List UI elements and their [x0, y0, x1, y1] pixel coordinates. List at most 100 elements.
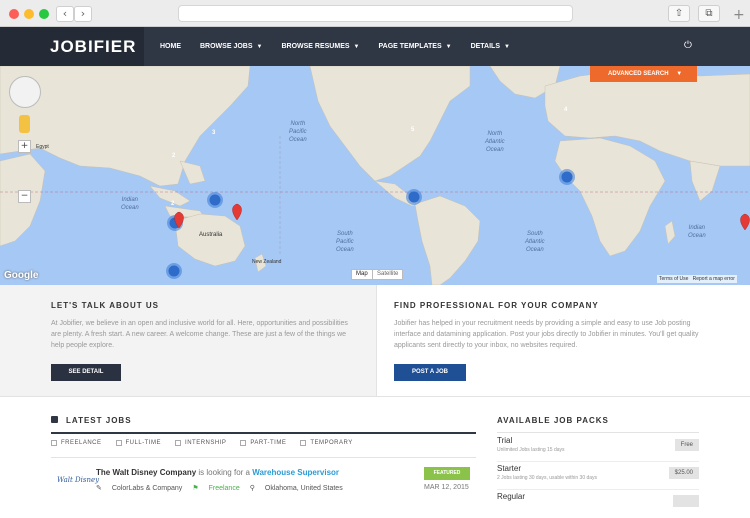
jobs-map[interactable]: 3 2 2 5 4 North Pacific Ocean South Paci… [0, 66, 750, 285]
filter-part-time[interactable]: PART-TIME [240, 440, 286, 446]
filter-freelance[interactable]: FREELANCE [51, 440, 102, 446]
job-listing-row[interactable]: Walt Disney The Walt Disney Company is l… [51, 460, 476, 500]
menu-item-label: PAGE TEMPLATES [378, 43, 442, 50]
advanced-search-button[interactable]: ADVANCED SEARCH ▼ [590, 66, 697, 82]
job-pack-regular[interactable]: Regular [497, 492, 699, 518]
checkbox[interactable] [115, 440, 122, 446]
menu-item-browse-jobs[interactable]: BROWSE JOBS ▼ [200, 27, 262, 66]
job-packs-divider [497, 432, 699, 433]
share-button[interactable]: ⇧ [668, 5, 690, 22]
pack-name: Starter [497, 464, 522, 473]
job-position-link[interactable]: Warehouse Supervisor [252, 468, 339, 477]
street-view-pegman-icon[interactable] [19, 115, 30, 133]
about-section: LET'S TALK ABOUT US At Jobifier, we beli… [0, 285, 376, 397]
power-icon[interactable]: ⏻ [684, 40, 695, 51]
world-map-graphic [0, 66, 750, 285]
job-headline: The Walt Disney Company is looking for a… [96, 468, 339, 477]
map-label-new-zealand: New Zealand [252, 259, 282, 265]
map-label-indian-ocean: Indian Ocean [688, 225, 706, 239]
menu-item-label: BROWSE JOBS [200, 43, 253, 50]
chevron-down-icon: ▼ [353, 44, 360, 50]
pack-name: Trial [497, 436, 513, 445]
map-label-south-atlantic: South Atlantic Ocean [525, 231, 545, 253]
checkbox[interactable] [175, 440, 182, 446]
pack-price: $25.00 [668, 467, 699, 479]
checkbox[interactable] [300, 440, 307, 446]
edit-icon: ✎ [96, 485, 102, 492]
forward-button[interactable]: › [74, 6, 92, 22]
menu-item-label: BROWSE RESUMES [281, 43, 350, 50]
advanced-search-label: ADVANCED SEARCH [608, 71, 669, 77]
about-title: LET'S TALK ABOUT US [51, 301, 160, 310]
maximize-window-button[interactable] [39, 9, 49, 19]
map-label-north-pacific: North Pacific Ocean [289, 121, 307, 143]
filter-label: TEMPORARY [310, 440, 353, 446]
map-type-map-button[interactable]: Map [351, 269, 373, 280]
zoom-in-button[interactable]: + [18, 140, 31, 153]
job-meta: ✎ ColorLabs & Company ⚑ Freelance ⚲ Okla… [96, 484, 353, 493]
employer-name: ColorLabs & Company [111, 484, 183, 492]
tabs-overview-button[interactable]: ⧉ [698, 5, 720, 22]
company-name[interactable]: The Walt Disney Company [96, 468, 196, 477]
cluster-count[interactable]: 3 [212, 130, 215, 136]
pack-price [673, 495, 699, 507]
job-location: Oklahoma, United States [264, 484, 343, 492]
map-type-satellite-button[interactable]: Satellite [372, 269, 404, 280]
pack-description: 2 Jobs lasting 30 days, usable within 30… [497, 475, 598, 481]
see-detail-button[interactable]: SEE DETAIL [51, 364, 121, 381]
map-label-north-atlantic: North Atlantic Ocean [485, 131, 505, 153]
menu-item-page-templates[interactable]: PAGE TEMPLATES ▼ [378, 27, 451, 66]
cluster-count[interactable]: 2 [171, 201, 174, 207]
menu-item-details[interactable]: DETAILS ▼ [471, 27, 510, 66]
filter-internship[interactable]: INTERNSHIP [175, 440, 226, 446]
google-logo: Google [4, 270, 39, 281]
site-header: JOBIFIER HOME BROWSE JOBS ▼ BROWSE RESUME… [0, 27, 750, 66]
main-menu: HOME BROWSE JOBS ▼ BROWSE RESUMES ▼ PAGE T… [160, 27, 529, 66]
menu-item-browse-resumes[interactable]: BROWSE RESUMES ▼ [281, 27, 359, 66]
close-window-button[interactable] [9, 9, 19, 19]
checkbox[interactable] [240, 440, 247, 446]
map-label-australia: Australia [199, 232, 223, 238]
find-professional-section: FIND PROFESSIONAL FOR YOUR COMPANY Jobif… [376, 285, 750, 397]
site-logo[interactable]: JOBIFIER [0, 27, 144, 66]
find-professional-title: FIND PROFESSIONAL FOR YOUR COMPANY [394, 301, 599, 310]
chevron-down-icon: ▼ [676, 71, 683, 77]
menu-item-home[interactable]: HOME [160, 27, 181, 66]
menu-item-label: DETAILS [470, 43, 501, 50]
map-label-egypt: Egypt [36, 144, 49, 150]
filter-temporary[interactable]: TEMPORARY [300, 440, 352, 446]
job-headline-connector: is looking for a [196, 468, 253, 477]
zoom-out-button[interactable]: − [18, 190, 31, 203]
latest-jobs-divider [51, 432, 476, 434]
chevron-down-icon: ▼ [504, 44, 510, 50]
pack-description: Unlimited Jobs lasting 15 days [497, 447, 565, 453]
report-map-error-link[interactable]: Report a map error [693, 276, 735, 282]
browser-toolbar: ‹ › ⇧ ⧉ + [0, 0, 750, 27]
cluster-count[interactable]: 2 [172, 153, 175, 159]
find-professional-text: Jobifier has helped in your recruitment … [394, 320, 699, 349]
back-button[interactable]: ‹ [56, 6, 74, 22]
cluster-count[interactable]: 4 [564, 107, 567, 113]
filter-label: FREELANCE [61, 440, 102, 446]
job-date: MAR 12, 2015 [424, 484, 469, 491]
checkbox[interactable] [51, 440, 57, 446]
map-label-indian-ocean: Indian Ocean [121, 197, 139, 211]
company-logo: Walt Disney [57, 476, 100, 484]
job-packs-title: AVAILABLE JOB PACKS [497, 416, 609, 425]
post-a-job-button[interactable]: POST A JOB [394, 364, 466, 381]
menu-item-label: HOME [160, 43, 181, 50]
filter-full-time[interactable]: FULL-TIME [115, 440, 162, 446]
map-footer-links: Terms of Use Report a map error [657, 275, 737, 283]
filter-label: INTERNSHIP [185, 440, 227, 446]
map-pan-control[interactable] [9, 76, 41, 108]
cluster-count[interactable]: 5 [411, 127, 414, 133]
minimize-window-button[interactable] [24, 9, 34, 19]
about-text: At Jobifier, we believe in an open and i… [51, 320, 348, 349]
terms-of-use-link[interactable]: Terms of Use [659, 276, 688, 282]
address-bar[interactable] [178, 5, 573, 22]
new-tab-button[interactable]: + [733, 7, 745, 23]
filter-label: FULL-TIME [125, 440, 162, 446]
job-type-filters: FREELANCE FULL-TIME INTERNSHIP PART-TIME… [51, 440, 367, 446]
job-pack-trial[interactable]: Trial Unlimited Jobs lasting 15 days Fre… [497, 436, 699, 462]
job-pack-starter[interactable]: Starter 2 Jobs lasting 30 days, usable w… [497, 464, 699, 490]
